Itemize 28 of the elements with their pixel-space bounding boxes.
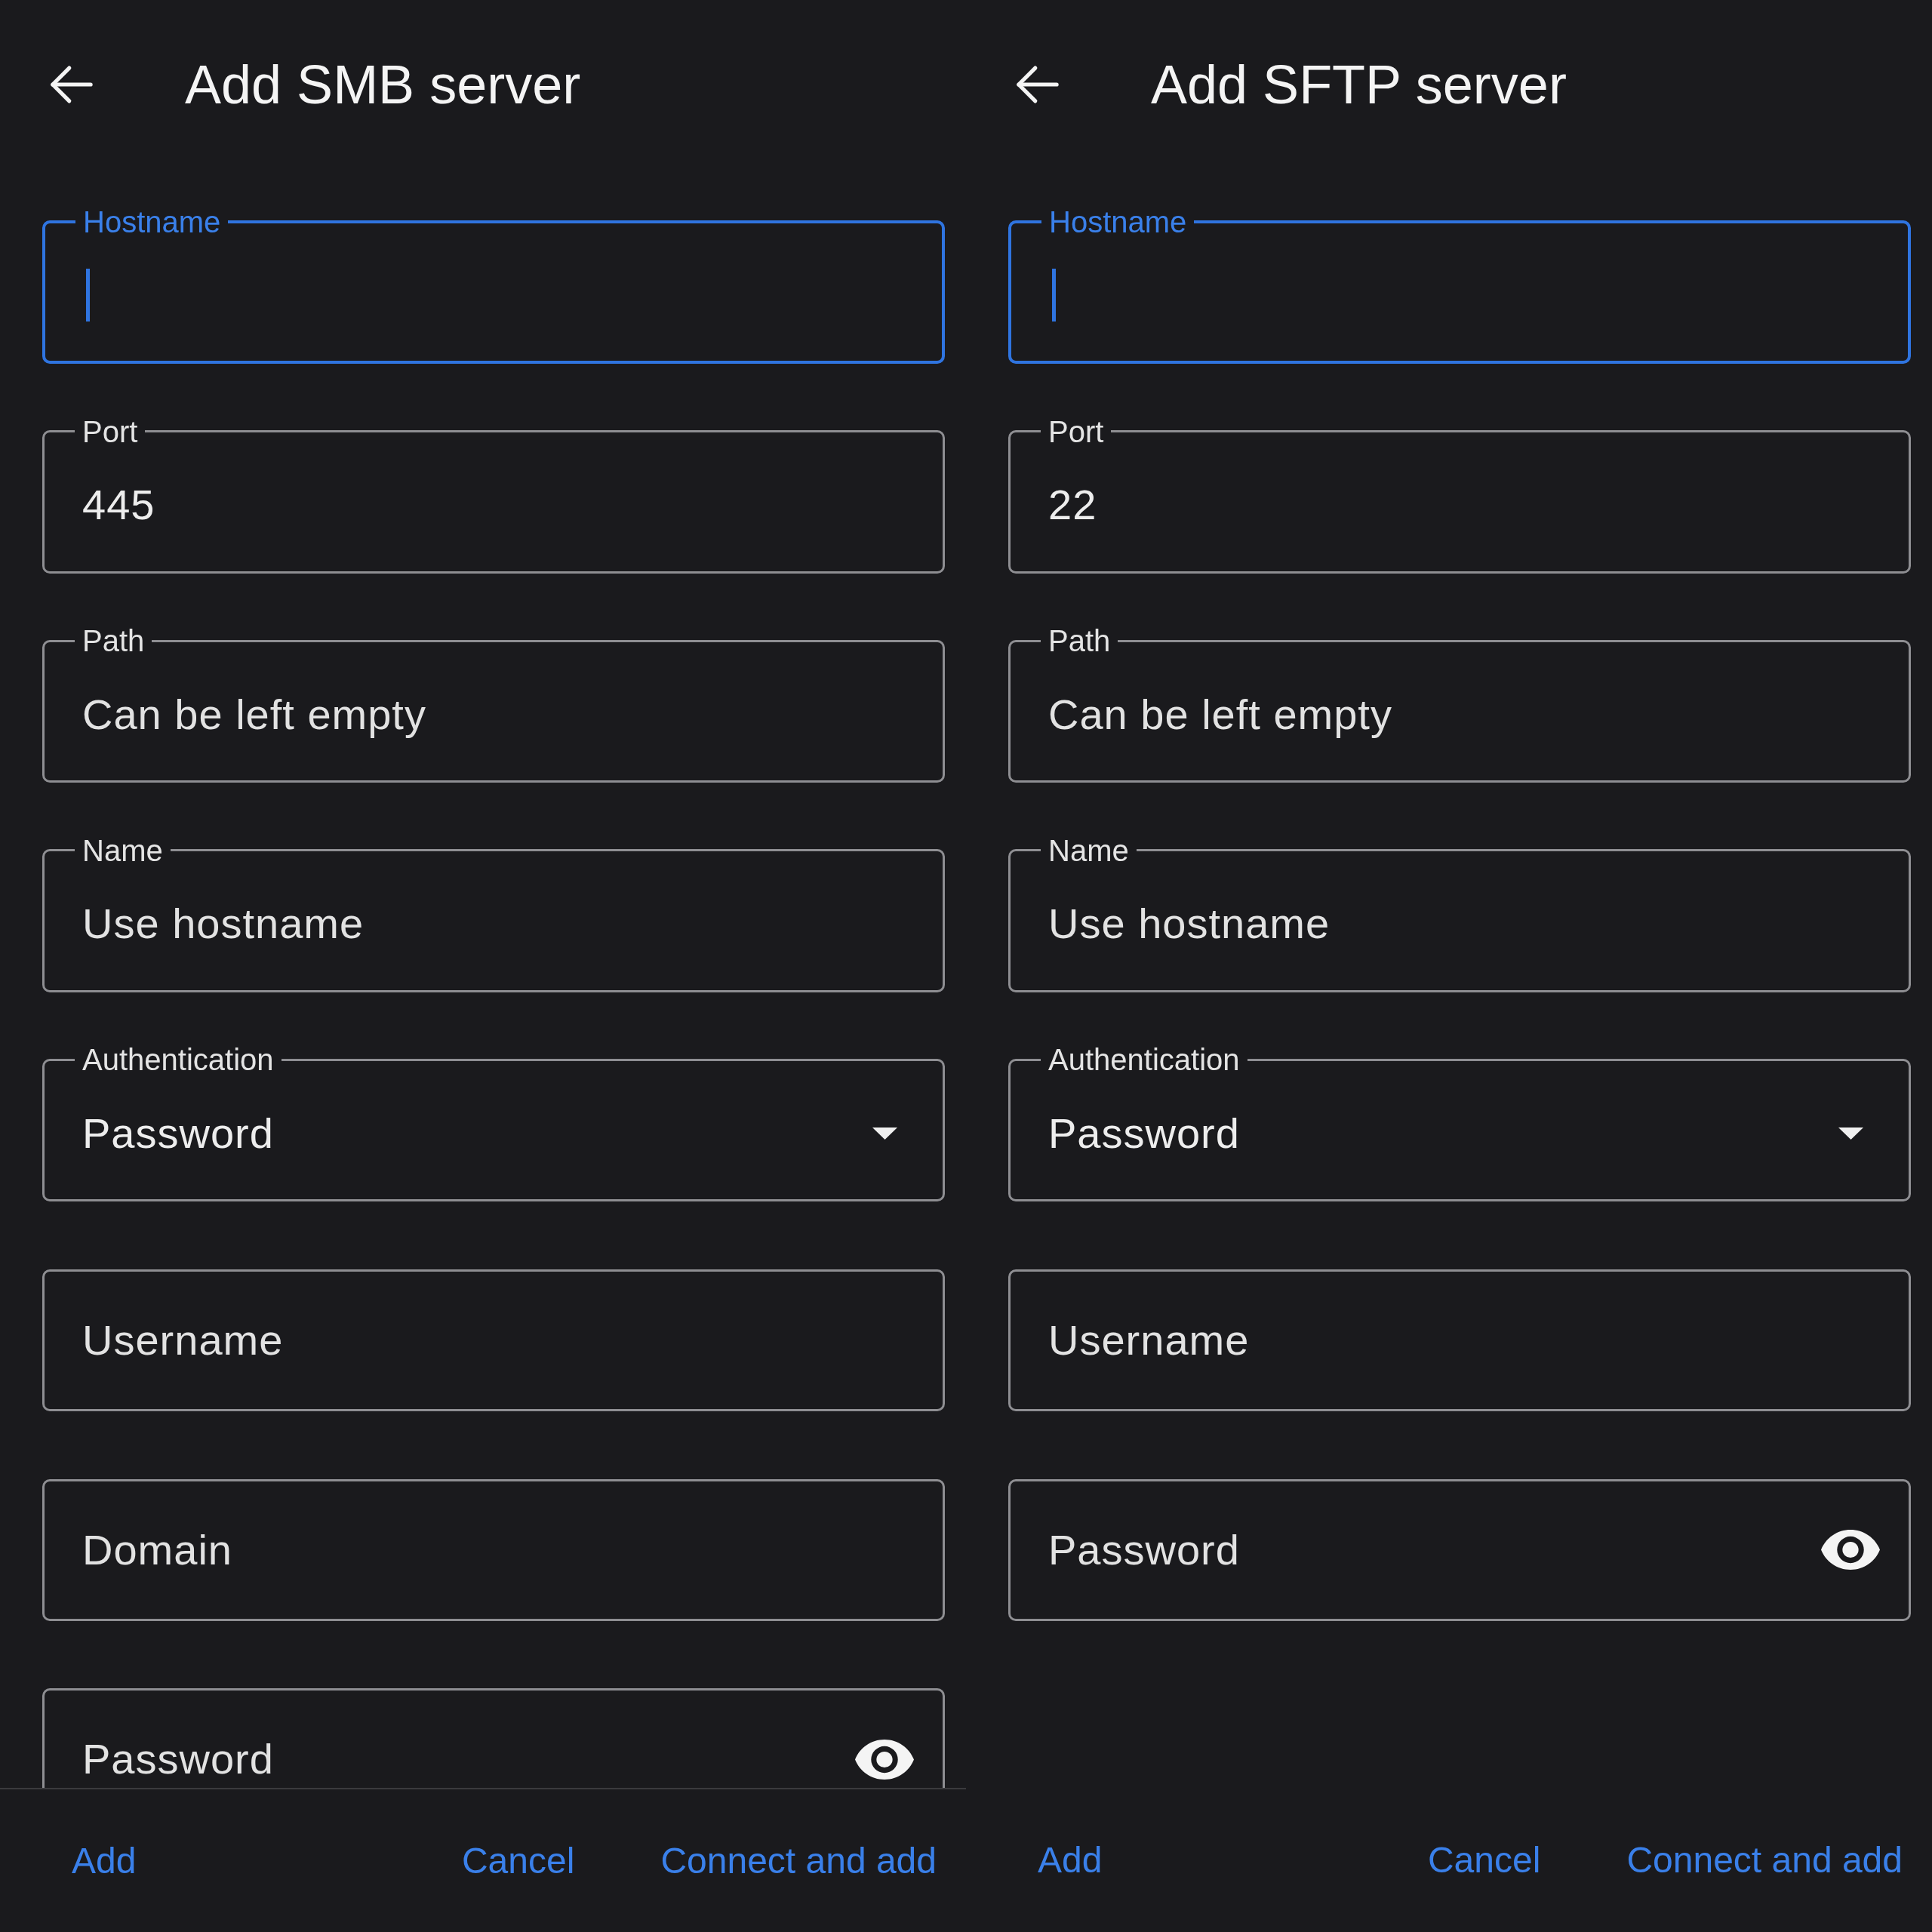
screen-title: Add SMB server bbox=[185, 53, 581, 116]
field-label: Name bbox=[1048, 835, 1130, 866]
connect-and-add-button[interactable]: Connect and add bbox=[1597, 1819, 1932, 1901]
caret-icon[interactable] bbox=[1838, 1127, 1863, 1140]
field-label: Port bbox=[1048, 416, 1105, 447]
field-label: Port bbox=[82, 416, 139, 447]
field-label: Path bbox=[1048, 626, 1112, 657]
field-label: Authentication bbox=[1048, 1044, 1241, 1075]
add-button[interactable]: Add bbox=[1008, 1819, 1132, 1901]
text-cursor-icon bbox=[1052, 269, 1056, 321]
field-label: Path bbox=[82, 626, 146, 657]
text-cursor-icon bbox=[86, 269, 90, 321]
connect-and-add-button[interactable]: Connect and add bbox=[631, 1820, 966, 1902]
cancel-button[interactable]: Cancel bbox=[1398, 1819, 1571, 1901]
eye-icon[interactable] bbox=[1821, 1530, 1880, 1571]
field-label: Hostname bbox=[1048, 207, 1188, 237]
screen-title: Add SFTP server bbox=[1151, 53, 1567, 116]
field-label: Hostname bbox=[82, 207, 222, 237]
add-button[interactable]: Add bbox=[42, 1820, 166, 1902]
password-field[interactable]: Password bbox=[1008, 1478, 1911, 1621]
caret-icon[interactable] bbox=[872, 1127, 897, 1140]
eye-icon[interactable] bbox=[855, 1739, 914, 1780]
text-field[interactable]: Username bbox=[42, 1269, 945, 1411]
text-field[interactable]: Username bbox=[1008, 1269, 1911, 1411]
field-label: Name bbox=[82, 835, 164, 866]
text-field[interactable]: Domain bbox=[42, 1478, 945, 1621]
field-label: Authentication bbox=[82, 1044, 275, 1075]
cancel-button[interactable]: Cancel bbox=[432, 1820, 605, 1902]
